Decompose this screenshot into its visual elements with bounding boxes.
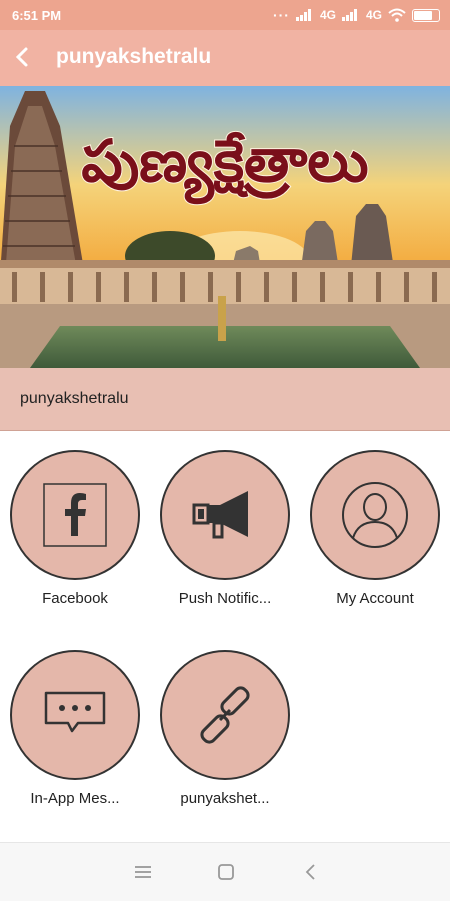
tile-my-account[interactable]: My Account [300,440,450,607]
user-icon [342,482,408,548]
tile-circle[interactable] [160,450,290,580]
tile-label: Facebook [42,590,108,607]
menu-button[interactable] [132,861,154,883]
tile-circle[interactable] [160,650,290,780]
tile-circle[interactable] [10,450,140,580]
network-type-2: 4G [365,8,382,22]
status-time: 6:51 PM [12,8,62,23]
system-nav-bar [0,842,450,901]
banner-image: పుణ్యక్షేత్రాలు [0,86,450,368]
battery-icon [412,8,440,22]
app-toolbar: punyakshetralu [0,30,450,86]
tile-label: punyakshet... [180,790,270,807]
status-bar: 6:51 PM ··· 4G 4G [0,0,450,30]
tile-label: My Account [336,590,414,607]
feature-grid: Facebook Push Notific... My Account In-A… [0,440,450,840]
network-type-1: 4G [319,8,336,22]
facebook-icon [43,483,107,547]
banner-telugu-title: పుణ్యక్షేత్రాలు [81,127,368,205]
home-square-icon [218,864,234,880]
more-notifications-icon: ··· [272,7,290,23]
page-title: punyakshetralu [56,45,212,68]
tile-circle[interactable] [10,650,140,780]
back-triangle-icon [305,864,315,880]
caption-text: punyakshetralu [20,390,129,407]
tile-facebook[interactable]: Facebook [0,440,150,607]
tile-label: In-App Mes... [30,790,120,807]
menu-icon [135,866,151,878]
tile-in-app-messages[interactable]: In-App Mes... [0,640,150,807]
tile-link[interactable]: punyakshet... [150,640,300,807]
home-button[interactable] [215,861,237,883]
megaphone-icon [192,491,248,539]
signal-icon [295,9,314,21]
tile-circle[interactable] [310,450,440,580]
back-button[interactable] [8,42,38,72]
tile-push-notifications[interactable]: Push Notific... [150,440,300,607]
tile-label: Push Notific... [178,590,272,607]
back-nav-button[interactable] [300,861,322,883]
wifi-icon [388,8,406,22]
signal-icon-2 [341,9,360,21]
caption-bar: punyakshetralu [0,368,450,431]
chat-bubble-icon [44,691,106,733]
status-icons: ··· 4G 4G [273,7,440,23]
chevron-left-icon [15,47,28,67]
link-icon [200,686,250,744]
